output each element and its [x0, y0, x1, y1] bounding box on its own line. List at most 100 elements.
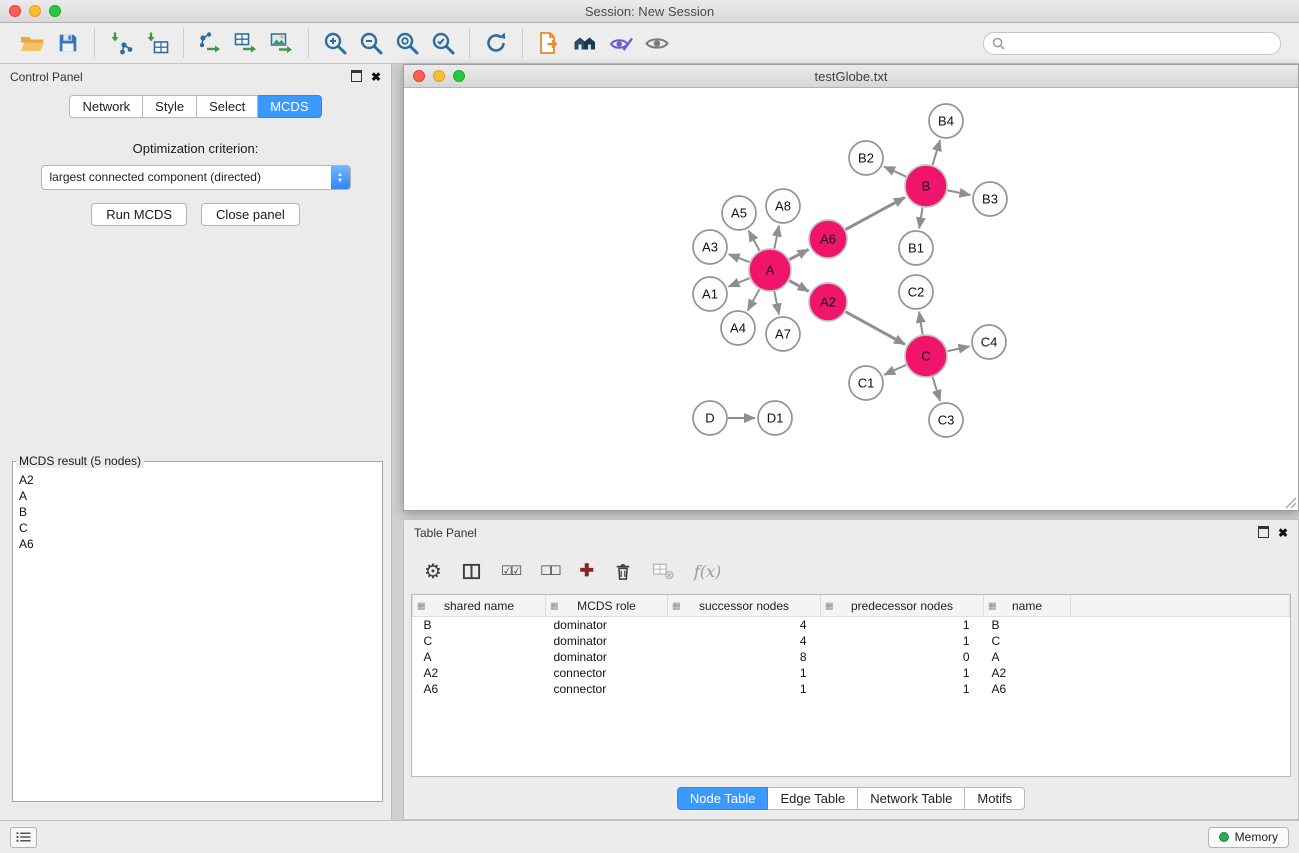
apply-function-button[interactable]: f(x) [694, 562, 721, 581]
node-C[interactable]: C [905, 335, 947, 377]
tab-network[interactable]: Network [69, 95, 143, 118]
table-cell[interactable]: A [984, 649, 1071, 665]
houses-button[interactable] [569, 27, 601, 59]
close-network-window-button[interactable] [413, 70, 425, 82]
edge-A-A7[interactable] [774, 292, 779, 315]
search-input[interactable] [1010, 35, 1272, 51]
edge-B-B3[interactable] [948, 190, 971, 195]
table-cell[interactable]: A [413, 649, 546, 665]
table-cell[interactable]: B [984, 617, 1071, 634]
table-cell[interactable]: 4 [668, 633, 821, 649]
table-row[interactable]: Bdominator41B [413, 617, 1290, 634]
column-selector-button[interactable] [462, 562, 481, 581]
table-tab-node-table[interactable]: Node Table [677, 787, 769, 810]
column-header[interactable]: ▦name [984, 595, 1071, 617]
tab-select[interactable]: Select [197, 95, 258, 118]
network-view[interactable]: B4B2BB3A5A8A6A3AB1A1A2C2A4A7C4CC1DD1C3 [404, 88, 1298, 510]
table-tab-edge-table[interactable]: Edge Table [768, 787, 858, 810]
delete-table-button[interactable] [652, 562, 674, 580]
table-cell[interactable]: dominator [546, 633, 668, 649]
edge-C-C3[interactable] [933, 377, 940, 401]
close-panel-button[interactable]: Close panel [201, 203, 300, 226]
mcds-result-item[interactable]: C [15, 520, 380, 536]
table-cell[interactable]: 1 [821, 665, 984, 681]
edge-A6-B[interactable] [846, 197, 905, 229]
delete-row-button[interactable] [614, 562, 632, 581]
node-C1[interactable]: C1 [849, 366, 883, 400]
mcds-result-item[interactable]: A2 [15, 472, 380, 488]
table-cell[interactable]: C [984, 633, 1071, 649]
edge-A-A2[interactable] [789, 281, 808, 292]
table-row[interactable]: A6connector11A6 [413, 681, 1290, 697]
float-table-panel-button[interactable] [1258, 526, 1269, 541]
column-header[interactable]: ▦predecessor nodes [821, 595, 984, 617]
panel-toggle-button[interactable] [10, 827, 37, 848]
column-header[interactable]: ▦shared name [413, 595, 546, 617]
table-panel-close-button[interactable]: ✖ [1278, 528, 1288, 539]
close-window-button[interactable] [9, 5, 21, 17]
column-menu-icon[interactable]: ▦ [825, 600, 834, 611]
node-C3[interactable]: C3 [929, 403, 963, 437]
tab-style[interactable]: Style [143, 95, 197, 118]
table-cell[interactable]: 8 [668, 649, 821, 665]
node-B1[interactable]: B1 [899, 231, 933, 265]
node-A2[interactable]: A2 [809, 283, 847, 321]
column-header[interactable]: ▦successor nodes [668, 595, 821, 617]
node-A1[interactable]: A1 [693, 277, 727, 311]
export-image-button[interactable] [266, 27, 298, 59]
node-D[interactable]: D [693, 401, 727, 435]
edge-B-B2[interactable] [884, 167, 906, 177]
table-cell[interactable]: 1 [668, 681, 821, 697]
table-cell[interactable]: B [413, 617, 546, 634]
edge-C-C2[interactable] [919, 312, 923, 335]
table-cell[interactable]: connector [546, 665, 668, 681]
table-cell[interactable]: dominator [546, 617, 668, 634]
node-A6[interactable]: A6 [809, 220, 847, 258]
table-settings-button[interactable]: ⚙ [424, 559, 442, 584]
edge-A-A4[interactable] [748, 289, 760, 310]
node-C4[interactable]: C4 [972, 325, 1006, 359]
network-canvas[interactable]: B4B2BB3A5A8A6A3AB1A1A2C2A4A7C4CC1DD1C3 [404, 88, 1298, 510]
memory-button[interactable]: Memory [1208, 827, 1289, 848]
document-export-button[interactable] [533, 27, 565, 59]
eye-button[interactable] [641, 27, 673, 59]
edge-A-A6[interactable] [789, 249, 808, 259]
table-cell[interactable]: A6 [413, 681, 546, 697]
mcds-result-item[interactable]: A6 [15, 536, 380, 552]
node-A[interactable]: A [749, 249, 791, 291]
open-session-button[interactable] [16, 27, 48, 59]
column-menu-icon[interactable]: ▦ [550, 600, 559, 611]
node-A4[interactable]: A4 [721, 311, 755, 345]
select-all-button[interactable]: ☑☑ [501, 563, 520, 579]
table-cell[interactable]: dominator [546, 649, 668, 665]
optimization-criterion-dropdown[interactable]: largest connected component (directed) ▲… [41, 165, 351, 190]
node-B[interactable]: B [905, 165, 947, 207]
run-mcds-button[interactable]: Run MCDS [91, 203, 187, 226]
table-cell[interactable]: A6 [984, 681, 1071, 697]
edge-A-A1[interactable] [729, 278, 750, 286]
table-row[interactable]: A2connector11A2 [413, 665, 1290, 681]
edge-B-B1[interactable] [919, 208, 922, 229]
search-box[interactable] [983, 32, 1281, 55]
edge-A-A3[interactable] [729, 254, 750, 262]
table-cell[interactable]: A2 [413, 665, 546, 681]
column-menu-icon[interactable]: ▦ [988, 600, 997, 611]
node-B3[interactable]: B3 [973, 182, 1007, 216]
float-panel-button[interactable] [351, 70, 362, 85]
node-B4[interactable]: B4 [929, 104, 963, 138]
mcds-result-item[interactable]: B [15, 504, 380, 520]
minimize-window-button[interactable] [29, 5, 41, 17]
table-cell[interactable]: A2 [984, 665, 1071, 681]
node-A3[interactable]: A3 [693, 230, 727, 264]
edge-C-C1[interactable] [884, 365, 906, 375]
column-header[interactable]: ▦MCDS role [546, 595, 668, 617]
table-cell[interactable]: 4 [668, 617, 821, 634]
export-network-button[interactable] [194, 27, 226, 59]
save-session-button[interactable] [52, 27, 84, 59]
table-tab-motifs[interactable]: Motifs [965, 787, 1025, 810]
table-cell[interactable]: 1 [821, 681, 984, 697]
edge-A-A8[interactable] [774, 226, 779, 249]
zoom-window-button[interactable] [49, 5, 61, 17]
import-network-button[interactable] [105, 27, 137, 59]
node-C2[interactable]: C2 [899, 275, 933, 309]
